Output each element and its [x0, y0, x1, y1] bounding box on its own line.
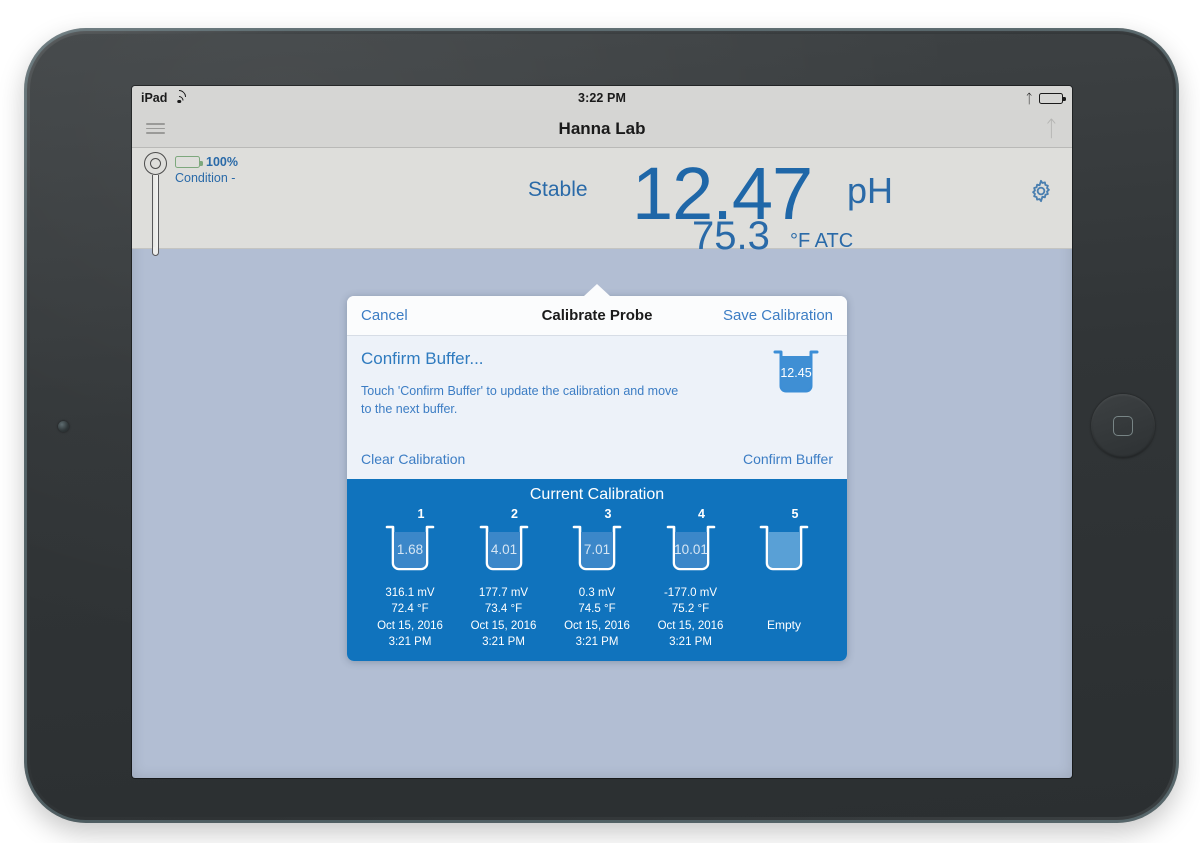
buffer-stats: -177.0 mV 75.2 °F Oct 15, 2016 3:21 PM: [646, 585, 736, 650]
buffer-mv: -177.0 mV: [663, 587, 718, 599]
buffer-beaker-icon: 1.68: [365, 523, 455, 578]
reading-block: Stable 12.47 pH 75.3 °F ATC: [132, 148, 1072, 257]
current-buffer-value: 12.45: [780, 366, 811, 380]
buffer-time: 3:21 PM: [669, 635, 712, 648]
buffer-date: Oct 15, 2016: [377, 619, 443, 632]
buffer-time: 3:21 PM: [388, 635, 432, 648]
temperature-unit: °F ATC: [790, 230, 854, 252]
app-nav-bar: Hanna Lab ᛏ: [132, 110, 1072, 148]
buffer-grid: 1 1.68 316.1 mV 72.4 °F Oct 15, 2016 3:21 PM 2…: [357, 507, 837, 650]
temperature-value: 75.3: [692, 214, 770, 258]
buffer-beaker-icon: 7.01: [552, 523, 642, 578]
stability-label: Stable: [528, 178, 588, 201]
buffer-stats: 316.1 mV 72.4 °F Oct 15, 2016 3:21 PM: [365, 585, 455, 650]
front-camera-icon: [58, 420, 69, 432]
buffer-mv: 0.3 mV: [578, 587, 616, 599]
buffer-index-label: 3: [604, 507, 612, 521]
svg-text:1.68: 1.68: [397, 542, 423, 557]
buffer-time: 3:21 PM: [575, 635, 619, 648]
confirm-buffer-description: Touch 'Confirm Buffer' to update the cal…: [361, 384, 679, 417]
home-button[interactable]: [1091, 393, 1155, 458]
buffer-mv: 177.7 mV: [478, 587, 529, 599]
status-bar-time: 3:22 PM: [578, 91, 626, 105]
buffer-date: Oct 15, 2016: [657, 619, 724, 632]
buffer-date: Oct 15, 2016: [564, 619, 630, 632]
buffer-column[interactable]: 1 1.68 316.1 mV 72.4 °F Oct 15, 2016 3:21 PM: [365, 507, 455, 650]
clear-calibration-button[interactable]: Clear Calibration: [361, 451, 465, 467]
buffer-time: 3:21 PM: [482, 635, 525, 648]
calibrate-probe-popover: Cancel Calibrate Probe Save Calibration …: [347, 284, 847, 662]
buffer-mv: 316.1 mV: [385, 587, 435, 599]
buffer-date: Oct 15, 2016: [470, 619, 537, 632]
popover-actions: Clear Calibration Confirm Buffer: [347, 440, 847, 479]
buffer-beaker-icon: [739, 523, 829, 578]
current-calibration-panel: Current Calibration 1 1.68 316.1 mV 72.4 °F…: [347, 479, 847, 662]
current-calibration-title: Current Calibration: [529, 486, 665, 503]
buffer-column[interactable]: 2 4.01 177.7 mV 73.4 °F Oct 15, 2016 3:21 PM: [459, 507, 549, 650]
current-buffer-beaker-icon: 12.45: [769, 348, 823, 399]
svg-text:4.01: 4.01: [490, 542, 516, 557]
status-bar-right: ᛏ: [1025, 90, 1066, 106]
buffer-stats: 177.7 mV 73.4 °F Oct 15, 2016 3:21 PM: [459, 585, 549, 650]
page-title: Hanna Lab: [558, 118, 646, 138]
svg-text:10.01: 10.01: [674, 542, 708, 557]
ph-reading-unit: pH: [847, 170, 894, 211]
svg-text:7.01: 7.01: [584, 542, 610, 557]
meter-header: 100% Condition - Stable 12.47 pH 75.3 °F…: [132, 148, 1072, 257]
buffer-temp: 72.4 °F: [391, 603, 429, 616]
buffer-index-label: 5: [791, 507, 799, 521]
buffer-index-label: 4: [698, 507, 705, 521]
buffer-column[interactable]: 4 10.01 -177.0 mV 75.2 °F Oct 15, 2016 3:21 P…: [646, 507, 736, 650]
status-bar: iPad 3:22 PM ᛏ: [132, 86, 1072, 110]
buffer-beaker-icon: 10.01: [646, 523, 736, 578]
buffer-column[interactable]: 3 7.01 0.3 mV 74.5 °F Oct 15, 2016 3:21 PM: [552, 507, 642, 650]
buffer-empty-label: Empty: [766, 618, 801, 632]
buffer-temp: 74.5 °F: [578, 603, 616, 616]
bluetooth-icon[interactable]: ᛏ: [1045, 117, 1058, 140]
bluetooth-icon: ᛏ: [1025, 90, 1033, 106]
save-calibration-button[interactable]: Save Calibration: [723, 307, 833, 324]
buffer-beaker-icon: 4.01: [459, 523, 549, 578]
confirm-buffer-button[interactable]: Confirm Buffer: [743, 451, 833, 467]
buffer-index-label: 1: [417, 507, 425, 521]
gear-icon[interactable]: [1028, 178, 1054, 209]
buffer-temp: 75.2 °F: [671, 603, 710, 616]
buffer-temp: 73.4 °F: [484, 603, 523, 616]
hamburger-menu-icon[interactable]: [146, 123, 165, 134]
popover-header: Cancel Calibrate Probe Save Calibration: [347, 296, 847, 336]
cancel-button[interactable]: Cancel: [361, 307, 408, 324]
buffer-index-label: 2: [511, 507, 518, 521]
confirm-buffer-heading: Confirm Buffer...: [361, 349, 484, 368]
battery-icon: [1039, 92, 1066, 104]
ipad-screen: iPad 3:22 PM ᛏ Hanna Lab ᛏ 100% Conditio…: [132, 86, 1072, 778]
buffer-column[interactable]: 5 Empty: [739, 507, 829, 650]
popover-caret: [584, 284, 610, 296]
buffer-stats: 0.3 mV 74.5 °F Oct 15, 2016 3:21 PM: [552, 585, 642, 650]
popover-body: Confirm Buffer... Touch 'Confirm Buffer'…: [347, 336, 847, 440]
ipad-device-frame: iPad 3:22 PM ᛏ Hanna Lab ᛏ 100% Conditio…: [24, 28, 1179, 823]
rounded-square-icon: [1113, 415, 1133, 436]
